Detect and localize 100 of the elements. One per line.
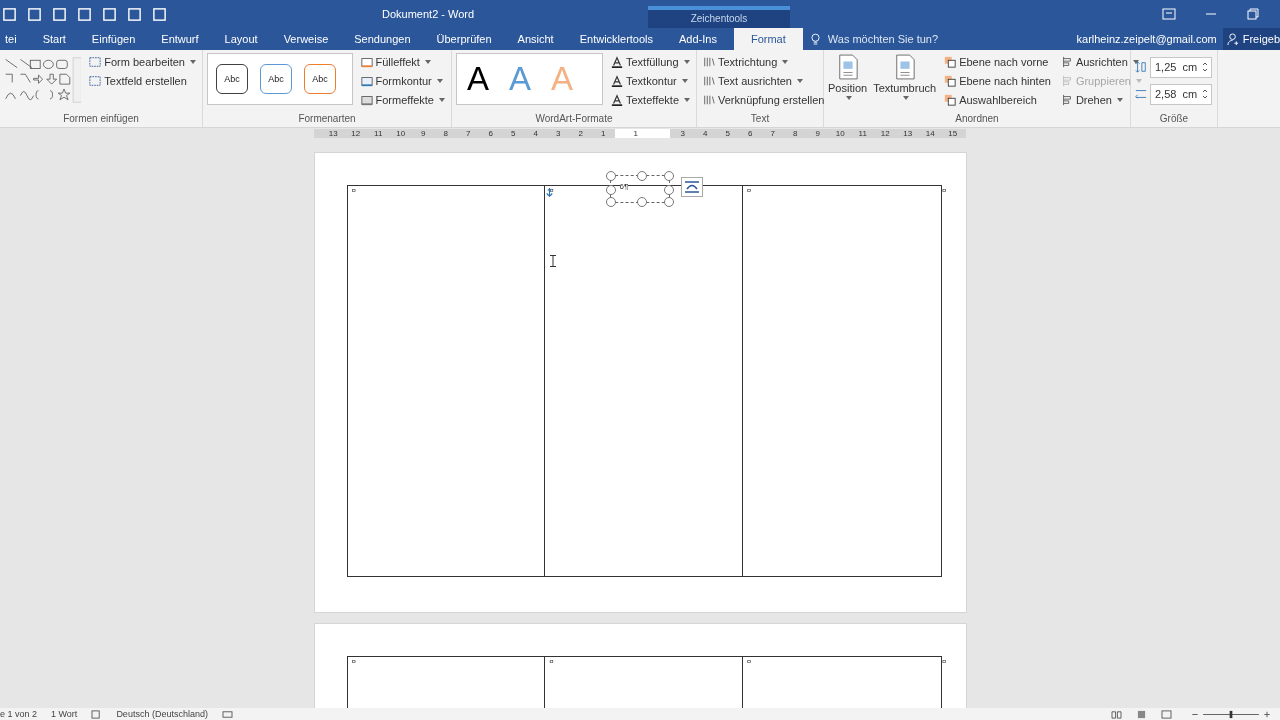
shape-style-icon bbox=[360, 75, 373, 87]
spinner-icon[interactable] bbox=[1202, 60, 1208, 73]
web-layout-icon[interactable] bbox=[1161, 709, 1172, 719]
caret-icon bbox=[190, 60, 196, 64]
ribbon-tab[interactable]: Add-Ins bbox=[670, 28, 726, 50]
ruler-number: 14 bbox=[924, 129, 936, 138]
toolbar-icon[interactable] bbox=[152, 6, 167, 22]
ribbon-command[interactable]: Ebene nach vorne bbox=[942, 53, 1053, 71]
restore-icon[interactable] bbox=[1246, 8, 1260, 20]
caret-icon bbox=[845, 96, 852, 100]
word-count[interactable]: 1 Wort bbox=[51, 709, 78, 719]
ribbon-command[interactable]: Drehen bbox=[1058, 91, 1144, 109]
table-cell[interactable]: ¤ bbox=[742, 657, 941, 708]
ribbon-tab[interactable]: Layout bbox=[215, 28, 267, 50]
toolbar-icon[interactable] bbox=[77, 6, 92, 22]
ribbon-tab[interactable]: Entwicklertools bbox=[570, 28, 663, 50]
ribbon-tab[interactable]: Einfügen bbox=[82, 28, 145, 50]
ribbon-command[interactable]: Ebene nach hinten bbox=[942, 72, 1053, 90]
ribbon-command[interactable]: Textkontur bbox=[609, 72, 692, 90]
ruler-number: 11 bbox=[373, 129, 384, 138]
print-layout-icon[interactable] bbox=[1136, 709, 1147, 719]
caret-icon bbox=[902, 96, 909, 100]
tell-me-field[interactable]: Was möchten Sie tun? bbox=[825, 32, 960, 46]
group-label: Text bbox=[749, 113, 771, 126]
text-lines-icon bbox=[703, 94, 715, 106]
table-cell[interactable]: ¤ bbox=[347, 186, 546, 576]
ribbon-command[interactable]: Formeffekte bbox=[358, 91, 447, 109]
person-add-icon bbox=[1226, 32, 1240, 46]
ribbon-command[interactable]: Textfeld erstellen bbox=[87, 72, 198, 90]
ruler-number: 3 bbox=[679, 129, 686, 138]
share-button[interactable]: Freigeb bbox=[1222, 28, 1280, 50]
toolbar-icon[interactable] bbox=[52, 6, 67, 22]
style-preview[interactable]: Abc bbox=[216, 64, 248, 94]
layout-options-icon[interactable] bbox=[680, 177, 703, 197]
ribbon-display-icon[interactable] bbox=[1162, 8, 1176, 20]
spinner-icon[interactable] bbox=[1202, 87, 1208, 100]
wordart-preview[interactable]: A bbox=[467, 59, 489, 99]
ribbon-tab[interactable]: Entwurf bbox=[152, 28, 208, 50]
ruler-number: 9 bbox=[814, 129, 821, 138]
ruler-number: 12 bbox=[879, 129, 891, 138]
ruler-number: 13 bbox=[902, 129, 914, 138]
text-lines-icon bbox=[703, 75, 715, 87]
ribbon-command[interactable]: Auswahlbereich bbox=[942, 91, 1053, 109]
macro-icon[interactable] bbox=[221, 709, 233, 719]
wordart-gallery[interactable]: A A A bbox=[456, 53, 603, 105]
height-field[interactable]: 1,25 cm bbox=[1150, 56, 1212, 78]
toolbar-icon[interactable] bbox=[2, 6, 17, 22]
text-lines-icon bbox=[703, 56, 715, 68]
ribbon-command[interactable]: Textumbruch bbox=[873, 53, 937, 113]
ruler-number: 6 bbox=[747, 129, 754, 138]
ruler-number: 7 bbox=[769, 129, 776, 138]
ruler-number: 15 bbox=[947, 129, 959, 138]
style-preview[interactable]: Abc bbox=[304, 64, 336, 94]
group-label: Anordnen bbox=[954, 113, 1000, 126]
ribbon-command[interactable]: Textfüllung bbox=[609, 53, 692, 71]
toolbar-icon[interactable] bbox=[102, 6, 117, 22]
ruler-number: 1 bbox=[632, 129, 639, 138]
ribbon-command[interactable]: Formkontur bbox=[358, 72, 447, 90]
ruler-number: 9 bbox=[420, 129, 427, 138]
ribbon-command[interactable]: Texteffekte bbox=[609, 91, 692, 109]
ruler-number: 7 bbox=[465, 129, 472, 138]
ribbon-command[interactable]: Text ausrichten bbox=[701, 72, 827, 90]
ribbon-command[interactable]: Ausrichten bbox=[1058, 53, 1144, 71]
ribbon-tab[interactable]: tei bbox=[0, 28, 26, 50]
ruler-number: 5 bbox=[724, 129, 731, 138]
ribbon-command[interactable]: Textrichtung bbox=[701, 53, 827, 71]
zoom-thumb[interactable] bbox=[1229, 710, 1233, 718]
context-label: Zeichentools bbox=[648, 6, 790, 28]
ribbon-command[interactable]: Fülleffekt bbox=[358, 53, 447, 71]
read-mode-icon[interactable] bbox=[1111, 709, 1122, 719]
caret-icon bbox=[439, 98, 445, 102]
ruler-number: 13 bbox=[327, 129, 339, 138]
text-style-icon bbox=[611, 75, 623, 87]
ribbon-tab[interactable]: Sendungen bbox=[345, 28, 420, 50]
ribbon-command[interactable]: Position bbox=[828, 53, 868, 113]
ribbon-tab[interactable]: Überprüfen bbox=[427, 28, 501, 50]
lightbulb-icon bbox=[810, 32, 820, 46]
style-preview[interactable]: Abc bbox=[260, 64, 292, 94]
group-label: Größe bbox=[1158, 113, 1190, 126]
ribbon-command[interactable]: Form bearbeiten bbox=[87, 53, 198, 71]
width-field[interactable]: 2,58 cm bbox=[1150, 83, 1212, 105]
page-count[interactable]: e 1 von 2 bbox=[0, 709, 38, 719]
ruler-number: 8 bbox=[442, 129, 449, 138]
shape-style-icon bbox=[360, 56, 373, 68]
ribbon-tab[interactable]: Ansicht bbox=[508, 28, 563, 50]
table-cell[interactable]: ¤ bbox=[742, 186, 941, 576]
ribbon-command[interactable]: Verknüpfung erstellen bbox=[701, 91, 827, 109]
ruler-number: 4 bbox=[702, 129, 709, 138]
row-end-mark: ¤ bbox=[942, 186, 947, 195]
proofing-icon[interactable] bbox=[91, 709, 103, 719]
account-name[interactable]: karlheinz.zeipelt@gmail.com bbox=[1076, 33, 1217, 45]
dashed-box-icon bbox=[89, 75, 102, 87]
caret-icon bbox=[683, 60, 690, 64]
toolbar-icon[interactable] bbox=[27, 6, 42, 22]
ribbon-tab[interactable]: Verweise bbox=[274, 28, 338, 50]
toolbar-icon[interactable] bbox=[127, 6, 142, 22]
language-label[interactable]: Deutsch (Deutschland) bbox=[116, 709, 208, 719]
ribbon-tab[interactable]: Start bbox=[33, 28, 75, 50]
ribbon-tab[interactable]: Format bbox=[733, 28, 803, 50]
style-gallery[interactable]: Abc Abc Abc bbox=[207, 53, 353, 105]
